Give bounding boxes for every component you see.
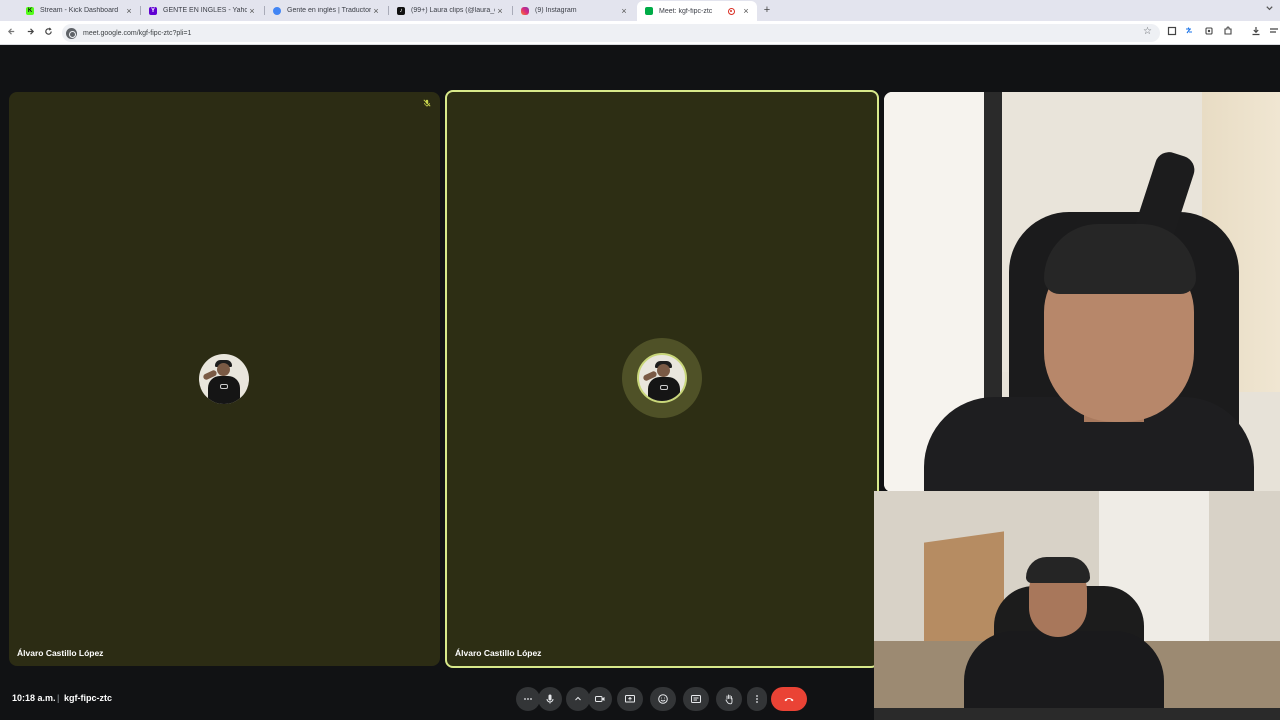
browser-tab-meet[interactable]: Meet: kgf-fipc-ztc × <box>637 1 757 21</box>
emoji-icon <box>658 694 668 704</box>
leave-call-button[interactable] <box>771 687 807 711</box>
raise-hand-icon <box>725 694 733 705</box>
tab-close-icon[interactable]: × <box>619 6 629 16</box>
participant-name: Álvaro Castillo López <box>455 648 542 658</box>
meet-favicon-icon <box>645 7 653 15</box>
extensions-puzzle-icon[interactable] <box>1222 26 1234 40</box>
screen-capture-icon[interactable] <box>1166 26 1178 40</box>
arrow-left-icon <box>7 28 14 35</box>
tab-title: Meet: kgf-fipc-ztc <box>659 7 713 15</box>
mic-off-icon <box>423 99 431 107</box>
captions-button[interactable] <box>683 687 709 711</box>
participant-video-tile[interactable] <box>884 92 1280 492</box>
tiktok-favicon-icon: ♪ <box>397 6 405 15</box>
participant-avatar <box>637 353 687 403</box>
browser-tab-translator[interactable]: Gente en inglés | Traductor de × <box>265 2 387 19</box>
download-icon[interactable] <box>1250 26 1262 40</box>
browser-tab-kick[interactable]: K Stream - Kick Dashboard × <box>18 2 140 19</box>
address-bar[interactable]: meet.google.com/kgf-fipc-ztc?pli=1 ☆ <box>62 24 1160 42</box>
browser-tab-instagram[interactable]: (9) Instagram × <box>513 2 635 19</box>
translate-extension-icon[interactable] <box>1184 26 1196 40</box>
raise-hand-button[interactable] <box>716 687 742 711</box>
tab-close-icon[interactable]: × <box>371 6 381 16</box>
participant-tile-2-speaking[interactable]: Álvaro Castillo López <box>445 90 879 668</box>
more-horizontal-icon <box>524 698 532 700</box>
tab-title: Stream - Kick Dashboard <box>40 7 119 14</box>
forward-button[interactable] <box>23 25 37 41</box>
tab-title: (9) Instagram <box>535 7 577 14</box>
bookmark-star-icon[interactable]: ☆ <box>1143 26 1152 37</box>
browser-tab-yahoo[interactable]: Y GENTE EN INGLÉS - Yahoo Sea × <box>141 2 263 19</box>
more-options-button[interactable] <box>747 687 767 711</box>
reactions-button[interactable] <box>650 687 676 711</box>
video-options-button[interactable] <box>566 687 590 711</box>
video-camera-icon <box>595 696 605 702</box>
instagram-favicon-icon <box>521 6 529 15</box>
tab-title: (99+) Laura clips (@laura_clips_ <box>411 7 495 14</box>
menu-icon[interactable] <box>1268 26 1280 40</box>
hang-up-icon <box>784 698 794 702</box>
more-audio-options-button[interactable] <box>516 687 540 711</box>
self-view-video[interactable] <box>874 491 1280 720</box>
chevron-up-icon <box>575 696 581 701</box>
meeting-time: 10:18 a.m. <box>12 693 56 703</box>
meeting-code: kgf-fipc-ztc <box>64 693 112 703</box>
arrow-right-icon <box>27 28 34 35</box>
back-button[interactable] <box>4 25 18 41</box>
browser-tab-strip: K Stream - Kick Dashboard × Y GENTE EN I… <box>0 0 1280 21</box>
meeting-info-separator: | <box>57 693 60 703</box>
participant-name: Álvaro Castillo López <box>17 648 104 658</box>
present-screen-button[interactable] <box>617 687 643 711</box>
info-favicon-icon <box>273 6 281 15</box>
recording-indicator-icon <box>728 7 735 15</box>
closed-captions-icon <box>691 695 701 703</box>
participant-tile-1[interactable]: Álvaro Castillo López <box>9 92 440 666</box>
tab-close-icon[interactable]: × <box>495 6 505 16</box>
person-hair <box>1044 224 1196 294</box>
microphone-icon <box>546 694 554 704</box>
person-shirt <box>964 631 1164 720</box>
url-text: meet.google.com/kgf-fipc-ztc?pli=1 <box>83 29 192 37</box>
browser-toolbar: meet.google.com/kgf-fipc-ztc?pli=1 ☆ <box>0 21 1280 45</box>
present-screen-icon <box>625 695 635 703</box>
tab-close-icon[interactable]: × <box>741 6 751 16</box>
person-hair <box>1026 557 1090 583</box>
desk-edge <box>874 708 1280 720</box>
reload-icon <box>44 27 52 35</box>
tab-close-icon[interactable]: × <box>124 6 134 16</box>
kick-favicon-icon: K <box>26 6 34 15</box>
tab-title: GENTE EN INGLÉS - Yahoo Sea <box>163 7 247 14</box>
participant-avatar <box>199 354 249 404</box>
microphone-button[interactable] <box>538 687 562 711</box>
camera-button[interactable] <box>588 687 612 711</box>
more-vertical-icon <box>756 695 758 703</box>
tab-close-icon[interactable]: × <box>247 6 257 16</box>
browser-tab-tiktok[interactable]: ♪ (99+) Laura clips (@laura_clips_ × <box>389 2 511 19</box>
site-info-icon[interactable] <box>66 27 77 39</box>
yahoo-favicon-icon: Y <box>149 6 157 15</box>
reload-button[interactable] <box>41 25 55 41</box>
tab-title: Gente en inglés | Traductor de <box>287 7 371 14</box>
tab-search-icon[interactable] <box>1265 4 1274 15</box>
new-tab-button[interactable]: + <box>761 3 773 17</box>
extension-icon[interactable] <box>1203 26 1215 40</box>
